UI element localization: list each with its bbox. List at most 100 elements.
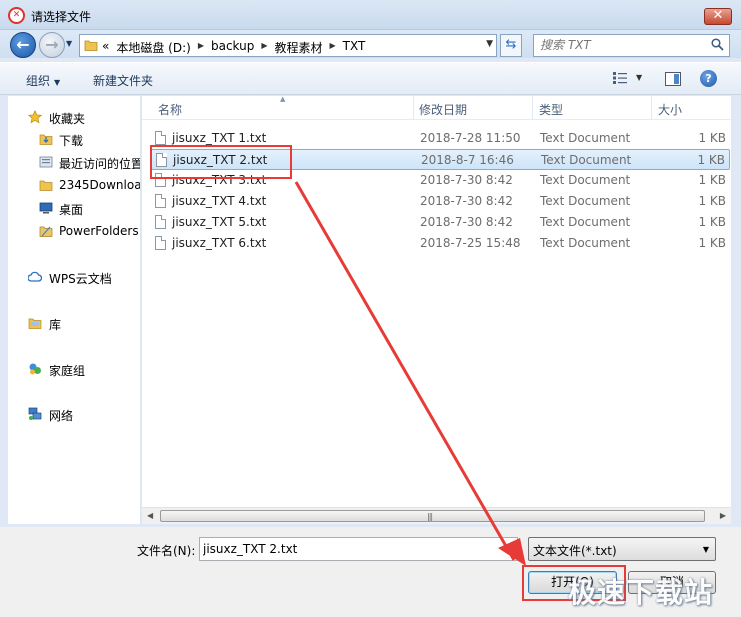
recent-places-icon <box>39 156 53 168</box>
navigation-bar: ← → ▼ « 本地磁盘 (D:) ▶ backup ▶ 教程素材 ▶ TXT … <box>0 30 741 58</box>
file-name: jisuxz_TXT 6.txt <box>172 236 267 250</box>
chevron-down-icon: ▼ <box>702 545 709 554</box>
file-type: Text Document <box>541 153 632 167</box>
nav-libraries[interactable]: 库 <box>8 312 140 334</box>
column-type[interactable]: 类型 <box>539 101 563 118</box>
breadcrumb-overflow[interactable]: « <box>102 39 109 56</box>
filename-field[interactable] <box>199 537 518 561</box>
file-name: jisuxz_TXT 1.txt <box>172 131 267 145</box>
close-button[interactable]: ✕ <box>704 8 732 25</box>
scroll-left-icon[interactable]: ◀ <box>147 511 153 520</box>
column-modified[interactable]: 修改日期 <box>419 101 467 118</box>
forward-button[interactable]: → <box>39 32 65 58</box>
scrollbar-thumb[interactable]: ||| <box>160 510 705 522</box>
filename-label: 文件名(N): <box>137 544 196 558</box>
breadcrumb: « 本地磁盘 (D:) ▶ backup ▶ 教程素材 ▶ TXT <box>102 39 372 56</box>
nav-recent-places[interactable]: 最近访问的位置 <box>8 151 140 173</box>
nav-libraries-label: 库 <box>49 318 62 332</box>
nav-favorites-label: 收藏夹 <box>49 112 86 126</box>
nav-2345downloads-label: 2345Downloads <box>59 178 141 192</box>
window-title: 请选择文件 <box>31 10 92 24</box>
nav-downloads-label: 下载 <box>59 134 84 148</box>
file-type-select[interactable]: 文本文件(*.txt) ▼ <box>528 537 716 561</box>
nav-powerfolders-label: PowerFolders <box>59 224 139 238</box>
address-dropdown-button[interactable]: ▼ <box>486 39 493 49</box>
chevron-down-icon: ▼ <box>54 78 61 87</box>
file-type: Text Document <box>540 194 631 208</box>
column-size[interactable]: 大小 <box>658 101 682 118</box>
sort-ascending-icon: ▲ <box>280 95 286 103</box>
file-modified: 2018-7-28 11:50 <box>420 131 521 145</box>
preview-pane-button[interactable] <box>665 72 681 86</box>
chevron-right-icon[interactable]: ▶ <box>198 41 204 56</box>
nav-powerfolders[interactable]: PowerFolders <box>8 220 140 242</box>
text-file-icon <box>155 131 166 145</box>
column-divider[interactable] <box>651 96 652 120</box>
chevron-right-icon[interactable]: ▶ <box>330 41 336 56</box>
cloud-icon <box>28 271 42 282</box>
folder-icon <box>39 226 53 237</box>
breadcrumb-backup[interactable]: backup <box>211 39 254 56</box>
file-modified: 2018-8-7 16:46 <box>421 153 514 167</box>
nav-downloads[interactable]: 下载 <box>8 128 140 150</box>
file-row[interactable]: jisuxz_TXT 6.txt 2018-7-25 15:48 Text Do… <box>150 233 730 254</box>
file-size: 1 KB <box>698 131 726 145</box>
new-folder-button[interactable]: 新建文件夹 <box>93 72 153 89</box>
file-type-value: 文本文件(*.txt) <box>533 544 617 558</box>
file-name: jisuxz_TXT 4.txt <box>172 194 267 208</box>
arrow-left-icon: ← <box>16 35 30 54</box>
library-icon <box>28 318 42 329</box>
column-divider[interactable] <box>413 96 414 120</box>
text-file-icon <box>155 215 166 229</box>
breadcrumb-txt[interactable]: TXT <box>343 39 366 56</box>
refresh-icon: ⇆ <box>505 37 517 52</box>
filename-input[interactable] <box>203 542 503 556</box>
file-modified: 2018-7-30 8:42 <box>420 173 513 187</box>
back-button[interactable]: ← <box>10 32 36 58</box>
organize-menu[interactable]: 组织 ▼ <box>26 72 60 89</box>
view-dropdown-button[interactable]: ▼ <box>636 73 642 82</box>
search-box[interactable] <box>533 34 730 57</box>
file-type: Text Document <box>540 173 631 187</box>
folder-icon <box>39 180 53 191</box>
file-modified: 2018-7-25 15:48 <box>420 236 521 250</box>
nav-homegroup-label: 家庭组 <box>49 364 86 378</box>
chevron-right-icon[interactable]: ▶ <box>261 41 267 56</box>
command-toolbar: 组织 ▼ 新建文件夹 ▼ ? <box>0 62 741 95</box>
watermark-logo: 极速下载站 <box>568 576 714 609</box>
refresh-button[interactable]: ⇆ <box>500 34 522 57</box>
file-size: 1 KB <box>697 153 725 167</box>
recent-pages-button[interactable]: ▼ <box>66 39 72 48</box>
search-input[interactable] <box>540 38 710 52</box>
nav-2345downloads[interactable]: 2345Downloads <box>8 174 141 196</box>
navigation-pane: 收藏夹 下载 最近访问的位置 2345Downloads 桌面 PowerFol… <box>8 96 141 524</box>
app-icon: ✕ <box>8 7 25 24</box>
file-row[interactable]: jisuxz_TXT 4.txt 2018-7-30 8:42 Text Doc… <box>150 191 730 212</box>
horizontal-scrollbar[interactable]: ◀ ||| ▶ <box>142 507 731 524</box>
breadcrumb-materials[interactable]: 教程素材 <box>275 39 323 56</box>
column-header-row: ▲ 名称 修改日期 类型 大小 <box>142 95 731 120</box>
file-type: Text Document <box>540 236 631 250</box>
file-type: Text Document <box>540 215 631 229</box>
nav-homegroup[interactable]: 家庭组 <box>8 358 140 380</box>
homegroup-icon <box>29 363 41 375</box>
file-row[interactable]: jisuxz_TXT 5.txt 2018-7-30 8:42 Text Doc… <box>150 212 730 233</box>
help-button[interactable]: ? <box>700 70 717 87</box>
scroll-right-icon[interactable]: ▶ <box>720 511 726 520</box>
address-bar[interactable]: « 本地磁盘 (D:) ▶ backup ▶ 教程素材 ▶ TXT ▼ <box>79 34 497 57</box>
nav-desktop[interactable]: 桌面 <box>8 197 140 219</box>
organize-label: 组织 <box>26 74 51 88</box>
view-options-icon[interactable] <box>612 71 628 85</box>
nav-network[interactable]: 网络 <box>8 403 140 425</box>
network-icon <box>28 407 42 420</box>
nav-wps-cloud[interactable]: WPS云文档 <box>8 266 140 288</box>
grip-icon: ||| <box>427 512 433 521</box>
nav-favorites[interactable]: 收藏夹 <box>8 106 140 128</box>
search-icon[interactable] <box>711 38 724 51</box>
file-type: Text Document <box>540 131 631 145</box>
column-divider[interactable] <box>532 96 533 120</box>
breadcrumb-drive[interactable]: 本地磁盘 (D:) <box>116 39 190 56</box>
file-size: 1 KB <box>698 173 726 187</box>
nav-wps-cloud-label: WPS云文档 <box>49 272 112 286</box>
column-name[interactable]: 名称 <box>158 101 182 118</box>
